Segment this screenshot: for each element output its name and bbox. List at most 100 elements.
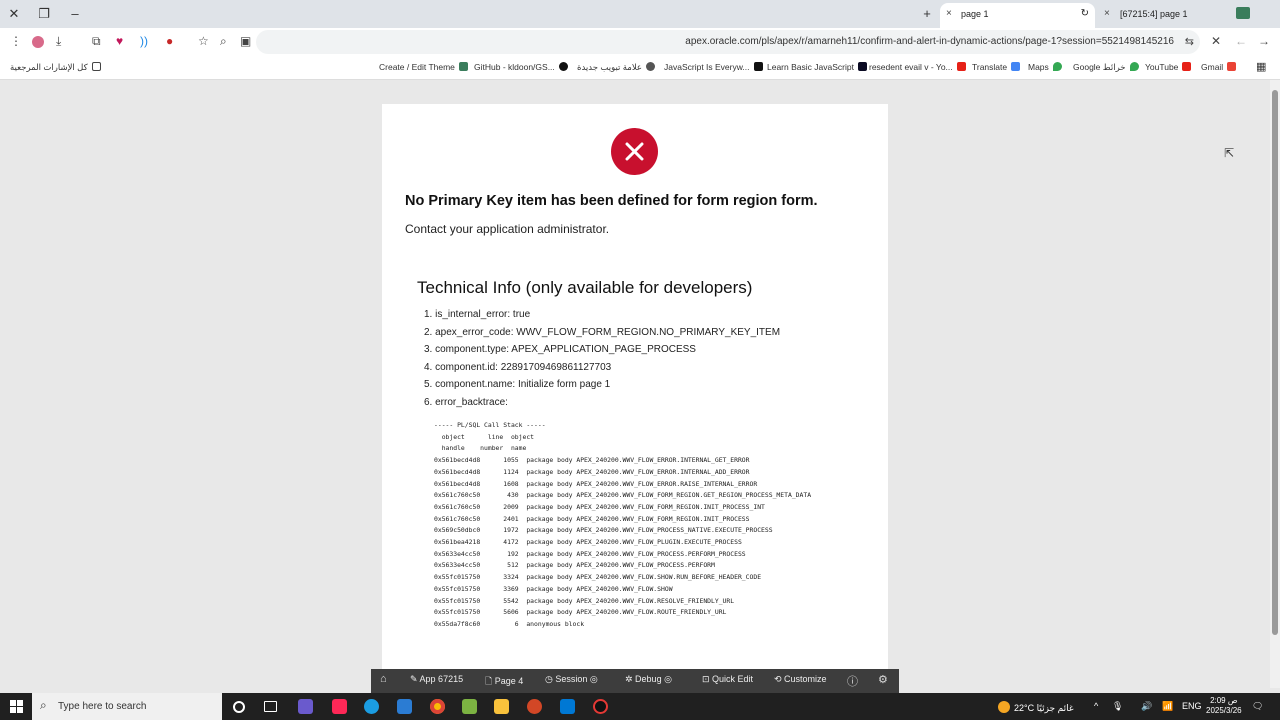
extensions-icon[interactable]: ⧉ (92, 34, 101, 49)
backtrace-line: 0x561becd4d8 1055 package body APEX_2402… (434, 456, 750, 465)
backtrace-line: 0x55fc015750 3369 package body APEX_2402… (434, 584, 673, 593)
store-icon[interactable] (462, 699, 477, 714)
obs-icon[interactable] (593, 699, 608, 714)
tab-close-icon[interactable]: × (1104, 3, 1110, 25)
home-icon[interactable]: ⌂ (380, 673, 387, 685)
bookmark-gmail[interactable]: Gmail (1201, 62, 1237, 72)
network-icon[interactable]: 📶 (1162, 701, 1173, 712)
heart-icon[interactable]: ♥ (116, 34, 123, 48)
show-hidden-icons[interactable]: ^ (1094, 701, 1098, 711)
cortana-icon[interactable] (233, 701, 245, 713)
backtrace-line: 0x5633e4cc50 512 package body APEX_24020… (434, 561, 715, 570)
vscode-icon[interactable] (397, 699, 412, 714)
backtrace-line: 0x561becd4d8 1608 package body APEX_2402… (434, 479, 758, 488)
taskbar: ⌕ Type here to search 22°C غائم جزئيًا ^… (0, 693, 1280, 720)
backtrace-line: 0x561c760c50 430 package body APEX_24020… (434, 491, 812, 500)
app-icon[interactable] (298, 699, 313, 714)
tab-close-icon[interactable]: × (946, 3, 952, 25)
bookmark-google-maps[interactable]: Google خرائط (1073, 62, 1139, 73)
microphone-icon[interactable]: 🎙 (1112, 701, 1123, 712)
clock[interactable]: 2:09 ص 2025/3/26 (1206, 696, 1242, 716)
new-tab-button[interactable]: + (917, 4, 937, 24)
scrollbar[interactable] (1270, 80, 1280, 688)
backtrace-line: object line object (434, 432, 535, 441)
bookmark-star-icon[interactable]: ☆ (198, 34, 209, 48)
tech-info-item: 6. error_backtrace: (424, 396, 508, 408)
info-icon[interactable]: ⓘ (847, 673, 858, 689)
bookmark-translate[interactable]: Translate (972, 62, 1021, 72)
settings-gear-icon[interactable]: ⚙ (878, 673, 888, 686)
globe-icon (646, 62, 656, 71)
debug-link[interactable]: ✲ Debug ◎ (625, 674, 672, 685)
weather-widget[interactable]: 22°C غائم جزئيًا (998, 701, 1074, 714)
error-title: No Primary Key item has been defined for… (405, 193, 818, 209)
tech-info-item: 3. component.type: APEX_APPLICATION_PAGE… (424, 344, 696, 356)
loading-icon: ↻ (1080, 8, 1089, 19)
bookmark-new-tab[interactable]: علامة تبويب جديدة (577, 62, 656, 73)
bookmark-youtube[interactable]: YouTube (1145, 62, 1192, 72)
taskbar-search[interactable]: ⌕ Type here to search (32, 693, 222, 720)
bookmark-youtube-video[interactable]: resedent evail v - Yo... (869, 62, 966, 72)
volume-icon[interactable]: 🔊 (1141, 701, 1152, 712)
jetbrains-icon[interactable] (332, 699, 347, 714)
tab-page-1-apex[interactable]: × [67215:4] page 1 (1100, 3, 1255, 28)
zoom-icon[interactable]: ⌕ (220, 34, 227, 49)
more-bookmarks-icon[interactable]: ▦ (1256, 60, 1266, 73)
backtrace-line: handle number name (434, 444, 527, 453)
error-backtrace: ----- PL/SQL Call Stack ----- object lin… (434, 420, 811, 631)
bookmark-github[interactable]: GitHub - kldoon/GS... (474, 62, 568, 72)
edge-icon[interactable] (364, 699, 379, 714)
restore-window-icon[interactable]: ❐ (34, 4, 54, 24)
bookmark-create-edit-theme[interactable]: Create / Edit Theme (379, 62, 468, 72)
backtrace-line: 0x55fc015750 3324 package body APEX_2402… (434, 573, 762, 582)
close-window-icon[interactable]: ✕ (4, 4, 24, 24)
forward-icon[interactable]: ← (1235, 34, 1247, 48)
scrollbar-thumb[interactable] (1272, 90, 1278, 635)
page-link[interactable]: 🗋 Page 4 (485, 674, 523, 690)
search-icon: ⌕ (40, 698, 47, 712)
file-explorer-icon[interactable] (494, 699, 509, 714)
chrome-icon[interactable] (430, 699, 445, 714)
download-icon[interactable]: ⤓ (56, 34, 61, 49)
app-link[interactable]: ✎ App 67215 (410, 674, 463, 685)
windows-start-icon[interactable] (10, 700, 23, 713)
address-text[interactable]: apex.oracle.com/pls/apex/r/amarneh11/con… (685, 36, 1174, 47)
read-aloud-icon[interactable]: )) (140, 34, 148, 48)
stop-icon[interactable]: ✕ (1211, 34, 1221, 48)
minimize-window-icon[interactable]: – (65, 4, 85, 24)
error-icon (611, 128, 658, 175)
bookmark-javascript[interactable]: JavaScript Is Everyw... (664, 62, 763, 72)
tech-info-list: 1. is_internal_error: true 2. apex_error… (424, 309, 780, 415)
bookmark-learn-js[interactable]: Learn Basic JavaScript (767, 62, 867, 72)
outlook-icon[interactable] (560, 699, 575, 714)
quick-edit-link[interactable]: ⊡ Quick Edit (702, 674, 753, 685)
back-icon[interactable]: → (1258, 34, 1270, 48)
gmail-icon (1227, 62, 1237, 71)
search-placeholder[interactable]: Type here to search (58, 701, 146, 712)
error-subtitle: Contact your application administrator. (405, 222, 610, 236)
notifications-icon[interactable]: 🗨 (1252, 701, 1263, 712)
powerpoint-icon[interactable] (527, 699, 542, 714)
backtrace-line: 0x561bea4218 4172 package body APEX_2402… (434, 538, 742, 547)
dev-icon (753, 62, 763, 71)
bookmark-maps[interactable]: Maps (1028, 62, 1062, 72)
session-link[interactable]: ◷ Session ◎ (545, 674, 598, 685)
site-settings-icon[interactable]: ⇆ (1185, 35, 1194, 48)
profile-avatar[interactable] (32, 36, 44, 48)
menu-icon[interactable]: ⋮ (10, 34, 22, 48)
title-bar: ✕ ❐ – + × page 1 ↻ × [67215:4] page 1 (0, 0, 1280, 28)
translate-icon (1011, 62, 1021, 71)
tab-page-1[interactable]: × page 1 ↻ (940, 3, 1095, 28)
backtrace-line: 0x561becd4d8 1124 package body APEX_2402… (434, 467, 750, 476)
install-app-icon[interactable]: ▣ (240, 34, 251, 48)
extension-badge-icon[interactable]: ● (166, 34, 173, 48)
bookmark-all[interactable]: كل الإشارات المرجعية (10, 62, 101, 73)
toolbar: ⋮ ⤓ ⧉ ♥ )) ● ☆ ⌕ ▣ apex.oracle.com/pls/a… (0, 28, 1280, 56)
backtrace-line: 0x561c760c50 2009 package body APEX_2402… (434, 502, 765, 511)
language-indicator[interactable]: ENG (1182, 701, 1202, 711)
tech-info-item: 4. component.id: 22891709469861127703 (424, 361, 612, 373)
address-bar[interactable]: apex.oracle.com/pls/apex/r/amarneh11/con… (256, 30, 1200, 54)
folder-icon (91, 62, 101, 71)
customize-link[interactable]: ⟲ Customize (774, 674, 827, 685)
task-view-icon[interactable] (264, 701, 277, 712)
